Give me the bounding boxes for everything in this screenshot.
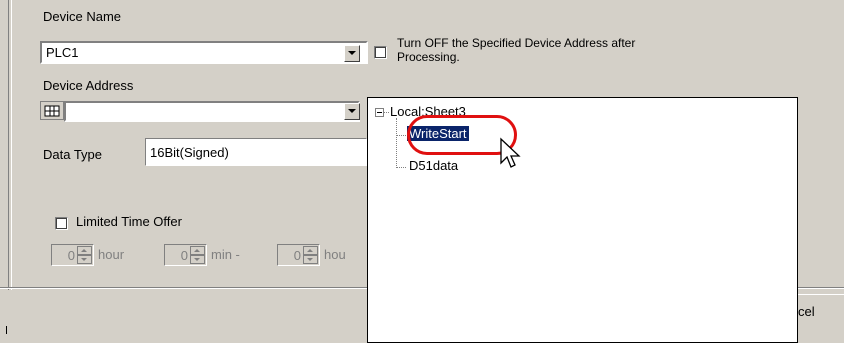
spin-up-button[interactable] — [303, 246, 318, 255]
device-address-input[interactable] — [64, 101, 360, 122]
hour-spinner-value: 0 — [67, 248, 75, 263]
tree-connector — [396, 118, 397, 168]
tree-connector — [397, 167, 406, 168]
spin-up-button[interactable] — [77, 246, 92, 255]
data-type-label: Data Type — [43, 147, 103, 162]
dialog-panel: Device Name PLC1 Turn OFF the Specified … — [0, 0, 844, 343]
tree-item-d51data[interactable]: D51data — [409, 158, 458, 173]
data-type-field: 16Bit(Signed) — [145, 138, 367, 166]
spin-down-button[interactable] — [303, 255, 318, 264]
hour-unit-label: hour — [98, 247, 125, 262]
keypad-icon — [44, 105, 60, 117]
collapse-icon[interactable] — [375, 108, 384, 117]
chevron-down-icon — [348, 109, 356, 113]
min-unit-label: min - — [211, 247, 240, 262]
min-spinner-value: 0 — [180, 248, 188, 263]
chevron-down-icon — [348, 51, 356, 55]
hour2-spinner[interactable]: 0 — [277, 244, 320, 266]
hour-spinner[interactable]: 0 — [51, 244, 94, 266]
device-address-label: Device Address — [43, 78, 134, 93]
device-name-label: Device Name — [43, 9, 122, 24]
device-name-value: PLC1 — [46, 45, 79, 60]
turn-off-label-line2: Processing. — [397, 50, 460, 64]
cursor-mark — [6, 326, 7, 334]
tree-connector — [384, 112, 389, 113]
spin-up-button[interactable] — [190, 246, 205, 255]
data-type-value: 16Bit(Signed) — [150, 145, 229, 160]
keypad-button[interactable] — [40, 101, 64, 120]
cancel-button-label: cel — [798, 304, 815, 319]
panel-border — [8, 0, 12, 290]
spin-down-button[interactable] — [190, 255, 205, 264]
limited-time-checkbox[interactable] — [55, 217, 68, 230]
turn-off-checkbox[interactable] — [374, 46, 387, 59]
limited-time-label: Limited Time Offer — [76, 214, 182, 229]
spin-down-button[interactable] — [77, 255, 92, 264]
tree-connector — [397, 135, 406, 136]
device-name-combo[interactable]: PLC1 — [40, 41, 368, 64]
hour2-spinner-value: 0 — [293, 248, 301, 263]
turn-off-label-line1: Turn OFF the Specified Device Address af… — [397, 36, 636, 50]
mouse-pointer-icon — [500, 137, 521, 168]
device-name-dropdown-button[interactable] — [344, 45, 360, 62]
device-address-dropdown-button[interactable] — [344, 103, 360, 120]
hour2-unit-label: hou — [324, 247, 346, 262]
min-spinner[interactable]: 0 — [164, 244, 207, 266]
